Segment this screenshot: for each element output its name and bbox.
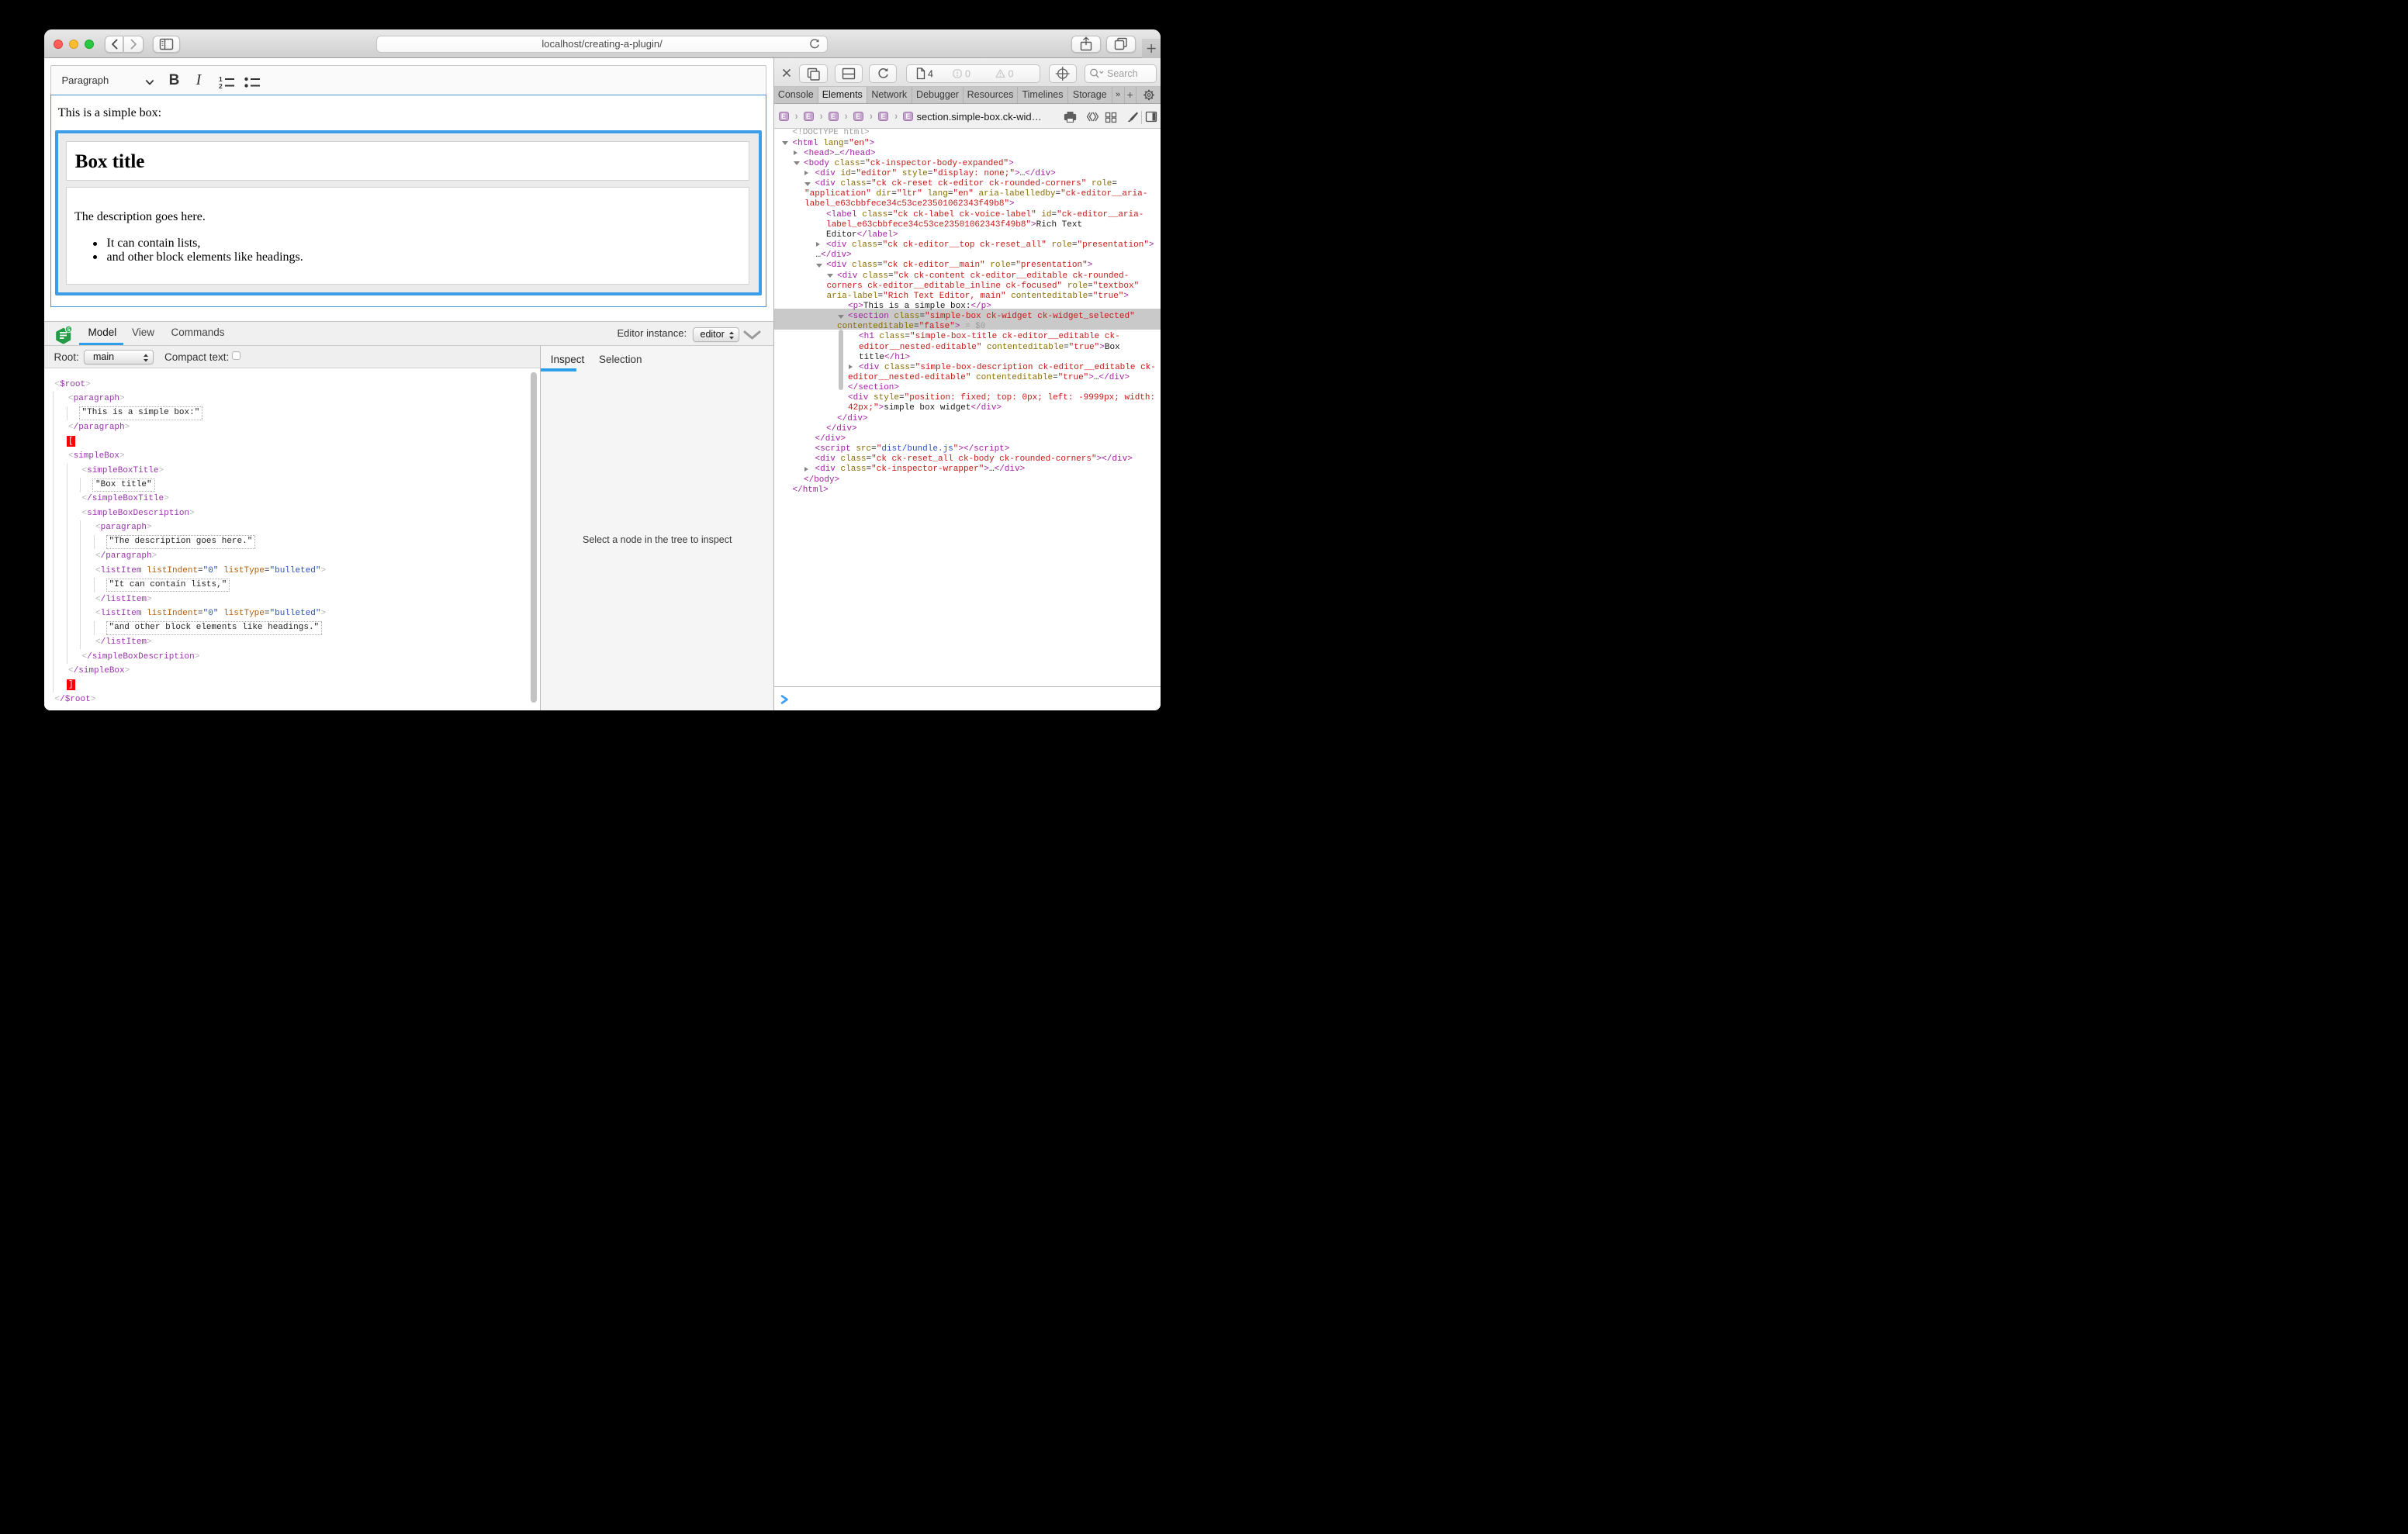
svg-text:5: 5	[67, 327, 71, 333]
svg-text:Search: Search	[1107, 68, 1138, 79]
svg-text:4: 4	[928, 68, 933, 79]
svg-text:0: 0	[1009, 68, 1014, 79]
svg-text:2: 2	[219, 82, 223, 89]
svg-text:0: 0	[965, 68, 970, 79]
